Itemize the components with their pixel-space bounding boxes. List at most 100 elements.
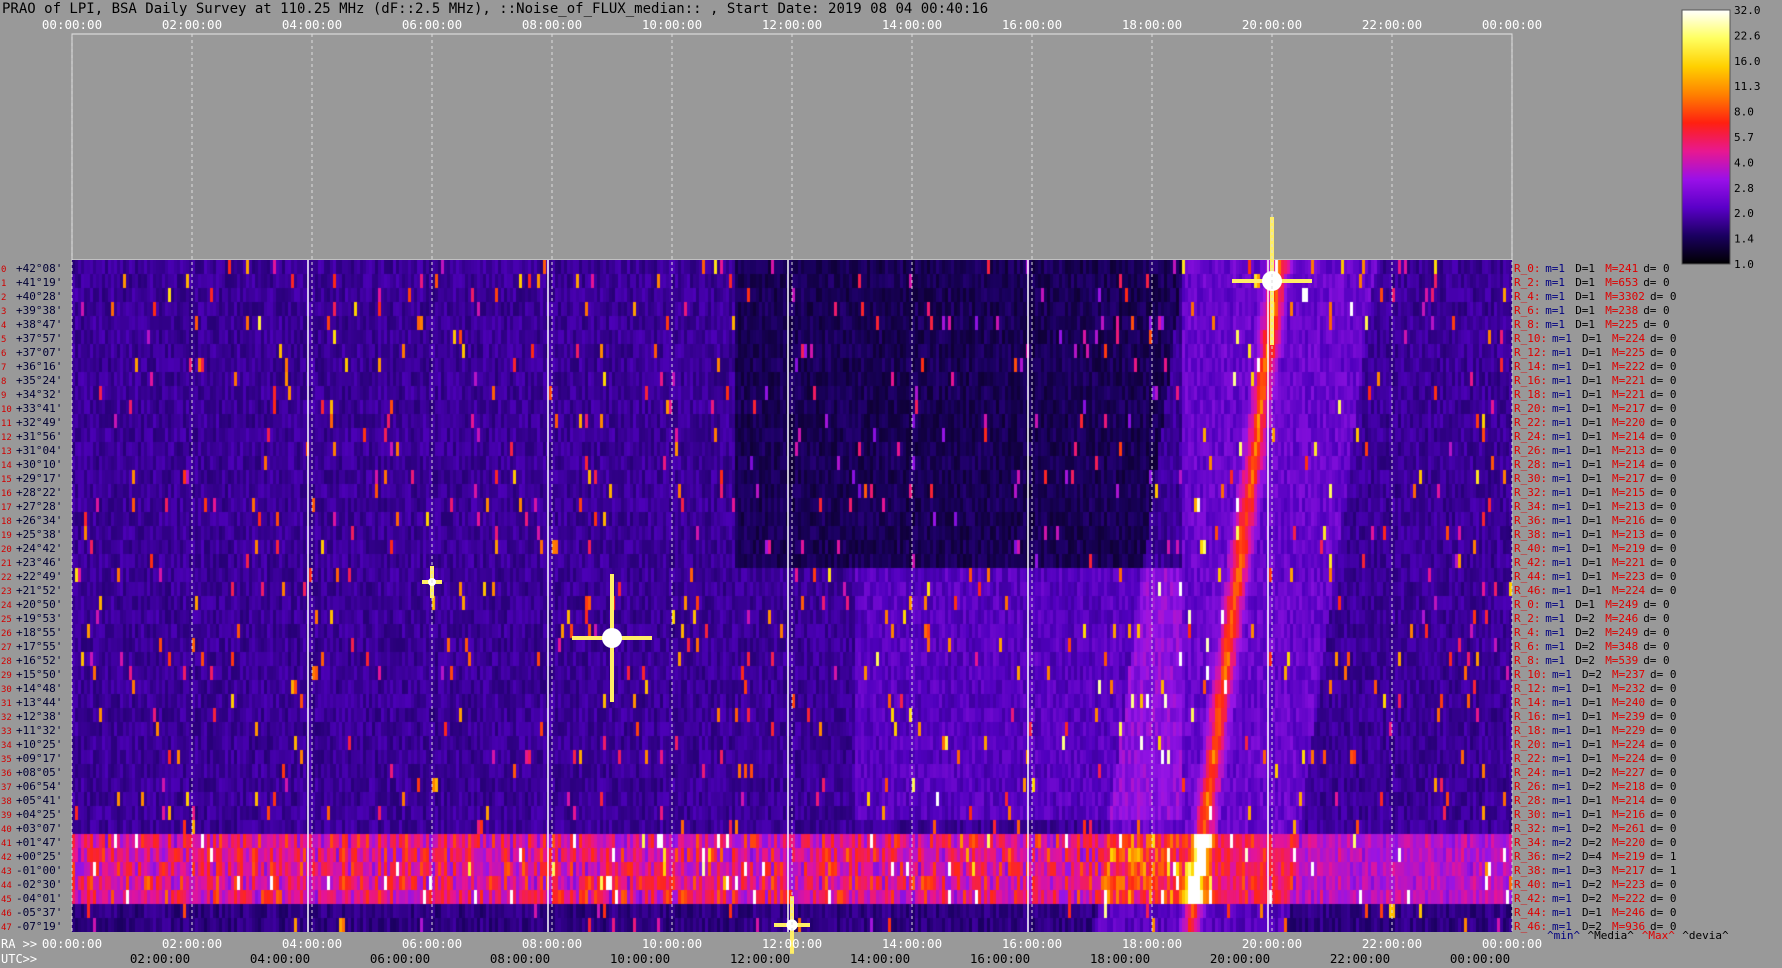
- dec-label-15: +29°17': [16, 472, 62, 485]
- dec-label-29: +15°50': [16, 668, 62, 681]
- stat-median: D=1: [1582, 430, 1602, 443]
- row-stat-18: R_36: m=1 D=1 M=216 d= 0: [1514, 514, 1677, 527]
- stat-deviation: d= 0: [1650, 682, 1677, 695]
- stat-row-name: R_28:: [1514, 458, 1547, 471]
- stat-deviation: d= 0: [1650, 780, 1677, 793]
- stat-median: D=1: [1582, 444, 1602, 457]
- stat-max: M=221: [1612, 556, 1645, 569]
- stat-median: D=1: [1582, 458, 1602, 471]
- dec-label-35: +09°17': [16, 752, 62, 765]
- stat-max: M=241: [1605, 262, 1638, 275]
- row-stat-16: R_32: m=1 D=1 M=215 d= 0: [1514, 486, 1677, 499]
- stat-deviation: d= 0: [1643, 304, 1670, 317]
- colorbar-tick-7: 2.8: [1734, 182, 1754, 195]
- row-index-22: 22: [1, 573, 12, 583]
- stat-deviation: d= 0: [1650, 808, 1677, 821]
- row-stat-44: R_40: m=1 D=2 M=223 d= 0: [1514, 878, 1677, 891]
- stat-max: M=653: [1605, 276, 1638, 289]
- stat-deviation: d= 0: [1650, 892, 1677, 905]
- row-stat-27: R_6: m=1 D=2 M=348 d= 0: [1514, 640, 1670, 653]
- ra-axis-tick-2: 04:00:00: [282, 936, 342, 951]
- row-index-46: 46: [1, 909, 12, 919]
- stat-deviation: d= 0: [1650, 402, 1677, 415]
- row-stat-25: R_2: m=1 D=2 M=246 d= 0: [1514, 612, 1670, 625]
- stat-deviation: d= 0: [1650, 556, 1677, 569]
- stat-row-name: R_2:: [1514, 612, 1541, 625]
- stat-row-name: R_8:: [1514, 318, 1541, 331]
- stat-median: D=1: [1582, 486, 1602, 499]
- row-index-28: 28: [1, 657, 12, 667]
- row-index-18: 18: [1, 517, 12, 527]
- stat-deviation: d= 0: [1643, 640, 1670, 653]
- stat-median: D=4: [1582, 850, 1602, 863]
- stat-min: m=1: [1552, 780, 1572, 793]
- stat-max: M=261: [1612, 822, 1645, 835]
- row-index-21: 21: [1, 559, 12, 569]
- stat-row-name: R_34:: [1514, 500, 1547, 513]
- stat-max: M=221: [1612, 374, 1645, 387]
- stat-deviation: d= 0: [1650, 444, 1677, 457]
- stat-row-name: R_16:: [1514, 710, 1547, 723]
- stat-min: m=1: [1552, 444, 1572, 457]
- colorbar-tick-8: 2.0: [1734, 207, 1754, 220]
- ra-axis-tick-11: 22:00:00: [1362, 936, 1422, 951]
- stat-row-name: R_40:: [1514, 878, 1547, 891]
- dec-label-42: +00°25': [16, 850, 62, 863]
- legend-key-0: ^min^: [1547, 929, 1580, 942]
- stat-deviation: d= 0: [1650, 570, 1677, 583]
- ra-axis-tick-5: 10:00:00: [642, 936, 702, 951]
- stat-deviation: d= 0: [1650, 542, 1677, 555]
- stat-deviation: d= 0: [1650, 514, 1677, 527]
- stat-row-name: R_10:: [1514, 668, 1547, 681]
- stat-row-name: R_22:: [1514, 416, 1547, 429]
- ra-axis-tick-4: 08:00:00: [522, 936, 582, 951]
- stat-min: m=1: [1552, 430, 1572, 443]
- utc-axis-tick-7: 16:00:00: [970, 951, 1030, 966]
- top-axis-tick-11: 22:00:00: [1362, 17, 1422, 32]
- stat-median: D=1: [1582, 542, 1602, 555]
- utc-axis-tick-10: 22:00:00: [1330, 951, 1390, 966]
- ra-axis-tick-3: 06:00:00: [402, 936, 462, 951]
- ra-axis-tick-0: 00:00:00: [42, 936, 102, 951]
- stat-median: D=1: [1575, 598, 1595, 611]
- row-stat-20: R_40: m=1 D=1 M=219 d= 0: [1514, 542, 1677, 555]
- row-index-13: 13: [1, 447, 12, 457]
- row-stat-32: R_16: m=1 D=1 M=239 d= 0: [1514, 710, 1677, 723]
- stat-row-name: R_40:: [1514, 542, 1547, 555]
- ra-axis-tick-9: 18:00:00: [1122, 936, 1182, 951]
- stat-min: m=1: [1552, 374, 1572, 387]
- row-stat-36: R_24: m=1 D=2 M=227 d= 0: [1514, 766, 1677, 779]
- stat-row-name: R_8:: [1514, 654, 1541, 667]
- stat-max: M=232: [1612, 682, 1645, 695]
- stat-row-name: R_12:: [1514, 346, 1547, 359]
- stat-deviation: d= 0: [1650, 836, 1677, 849]
- stat-median: D=1: [1575, 276, 1595, 289]
- stat-median: D=1: [1575, 290, 1595, 303]
- dec-label-37: +06°54': [16, 780, 62, 793]
- stat-min: m=1: [1552, 584, 1572, 597]
- row-stat-15: R_30: m=1 D=1 M=217 d= 0: [1514, 472, 1677, 485]
- row-index-36: 36: [1, 769, 12, 779]
- stat-median: D=1: [1582, 794, 1602, 807]
- stat-max: M=218: [1612, 780, 1645, 793]
- dec-label-1: +41°19': [16, 276, 62, 289]
- stat-min: m=1: [1552, 486, 1572, 499]
- stat-max: M=348: [1605, 640, 1638, 653]
- stat-max: M=539: [1605, 654, 1638, 667]
- row-index-37: 37: [1, 783, 12, 793]
- utc-axis-tick-2: 06:00:00: [370, 951, 430, 966]
- dec-label-32: +12°38': [16, 710, 62, 723]
- stat-min: m=1: [1552, 696, 1572, 709]
- row-stat-24: R_0: m=1 D=1 M=249 d= 0: [1514, 598, 1670, 611]
- row-stat-37: R_26: m=1 D=2 M=218 d= 0: [1514, 780, 1677, 793]
- row-stat-2: R_4: m=1 D=1 M=3302 d= 0: [1514, 290, 1677, 303]
- stat-max: M=246: [1605, 612, 1638, 625]
- row-index-5: 5: [1, 335, 6, 345]
- dec-label-45: -04°01': [16, 892, 62, 905]
- stat-min: m=1: [1552, 570, 1572, 583]
- stat-row-name: R_28:: [1514, 794, 1547, 807]
- row-stat-46: R_44: m=1 D=1 M=246 d= 0: [1514, 906, 1677, 919]
- row-index-2: 2: [1, 293, 6, 303]
- stat-median: D=1: [1582, 374, 1602, 387]
- stat-median: D=1: [1582, 500, 1602, 513]
